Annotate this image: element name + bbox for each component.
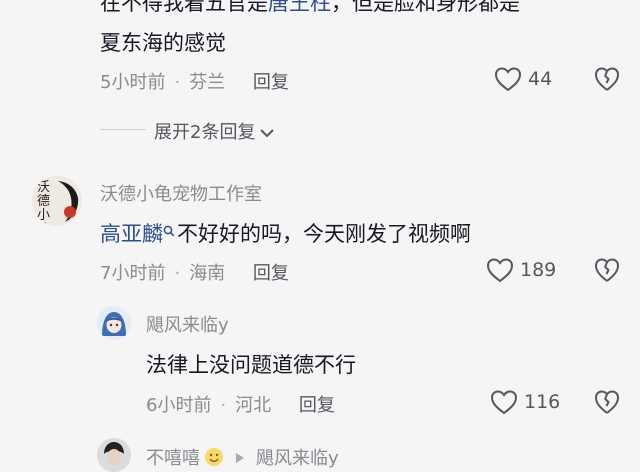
avatar[interactable] xyxy=(97,306,131,340)
like-icon[interactable] xyxy=(490,389,518,415)
comment-2-text: 高亚麟 不好好的吗，今天刚发了视频啊 xyxy=(100,218,471,248)
reply-text: 法律上没问题道德不行 xyxy=(146,353,356,377)
avatar-calligraphy: 沃德小龟 xyxy=(37,180,51,227)
dislike-icon[interactable] xyxy=(594,389,620,415)
location: 河北 xyxy=(235,395,272,416)
reply-target-username[interactable]: 飓风来临y xyxy=(256,448,339,469)
smile-emoji-icon xyxy=(204,447,224,472)
reply-button[interactable]: 回复 xyxy=(253,72,289,93)
expand-replies-button[interactable]: 展开2条回复 xyxy=(154,118,275,144)
mention-link[interactable]: 高亚麟 xyxy=(100,222,163,246)
like-icon[interactable] xyxy=(486,257,514,283)
search-icon xyxy=(163,218,175,242)
divider-line xyxy=(100,129,146,130)
comment-1-meta: 5小时前 · 芬兰 回复 xyxy=(100,72,289,93)
reply-arrow-icon xyxy=(234,449,246,470)
dislike-icon[interactable] xyxy=(594,257,620,283)
timestamp: 6小时前 xyxy=(146,395,212,416)
reply-meta: 6小时前 · 河北 回复 xyxy=(146,395,335,416)
next-reply-header: 不嘻嘻 飓风来临y xyxy=(146,444,339,472)
avatar[interactable] xyxy=(97,438,131,472)
reply-button[interactable]: 回复 xyxy=(253,263,289,284)
like-count: 189 xyxy=(520,259,557,281)
location: 芬兰 xyxy=(189,72,226,93)
comment-1-text-line2: 夏东海的感觉 xyxy=(100,31,226,55)
dislike-icon[interactable] xyxy=(594,66,620,92)
reply-button[interactable]: 回复 xyxy=(299,395,335,416)
chevron-down-icon xyxy=(259,123,275,144)
username[interactable]: 沃德小龟宠物工作室 xyxy=(100,180,262,206)
location: 海南 xyxy=(189,263,226,284)
timestamp: 5小时前 xyxy=(100,72,166,93)
timestamp: 7小时前 xyxy=(100,263,166,284)
avatar[interactable]: 沃德小龟 xyxy=(32,176,82,226)
like-icon[interactable] xyxy=(494,66,522,92)
comment-2-meta: 7小时前 · 海南 回复 xyxy=(100,263,289,284)
username[interactable]: 飓风来临y xyxy=(146,311,229,337)
username[interactable]: 不嘻嘻 xyxy=(146,448,200,469)
comment-1-text-line1: 在不得我着五官是唐王柱，但是脸和身形都是 xyxy=(100,0,520,17)
mention-link[interactable]: 唐王柱 xyxy=(268,0,331,15)
like-count: 44 xyxy=(528,68,553,90)
like-count: 116 xyxy=(524,391,561,413)
